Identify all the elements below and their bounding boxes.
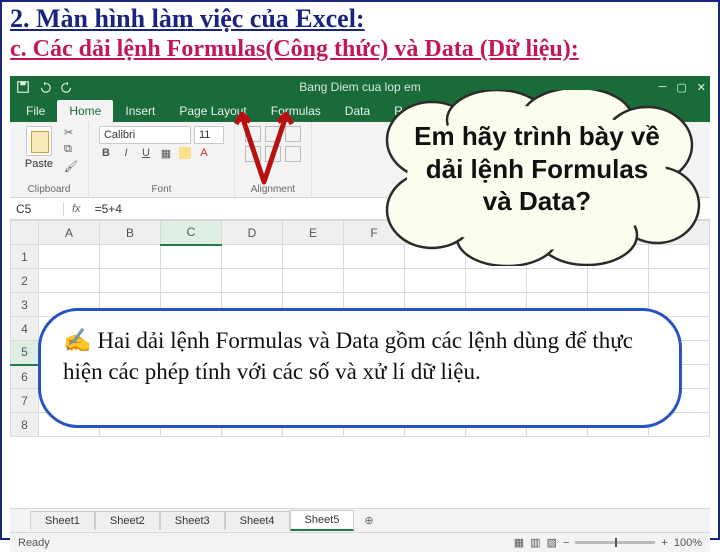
undo-icon[interactable] [38, 80, 52, 94]
zoom-controls: ▦ ▥ ▧ − + 100% [514, 536, 702, 549]
redo-icon[interactable] [60, 80, 74, 94]
paste-label: Paste [25, 158, 53, 170]
status-text: Ready [18, 537, 50, 549]
sheet-tab[interactable]: Sheet1 [30, 511, 95, 530]
fill-color-icon[interactable] [179, 147, 191, 159]
annotation-v-arrow [234, 112, 294, 192]
slide: 2. Màn hình làm việc của Excel: c. Các d… [0, 0, 720, 540]
question-cloud-text: Em hãy trình bày về dải lệnh Formulas và… [412, 120, 662, 218]
col-head[interactable]: A [39, 221, 100, 245]
zoom-out-icon[interactable]: − [563, 537, 569, 549]
font-style-row: B I U ▦ A [99, 147, 224, 160]
answer-lead-icon: ✍ [63, 328, 92, 353]
font-color-icon[interactable]: A [197, 147, 211, 160]
zoom-slider[interactable] [575, 541, 655, 544]
group-clipboard: Paste ✂ ⧉ 🖌 Clipboard [10, 122, 89, 197]
answer-box: ✍ Hai dải lệnh Formulas và Data gồm các … [38, 308, 682, 428]
row-head[interactable]: 4 [11, 317, 39, 341]
view-layout-icon[interactable]: ▥ [530, 536, 540, 549]
tab-home[interactable]: Home [57, 100, 113, 122]
col-head[interactable]: C [161, 221, 222, 245]
row-head[interactable]: 3 [11, 293, 39, 317]
quick-access-toolbar [16, 80, 74, 94]
italic-button[interactable]: I [119, 147, 133, 160]
row-head[interactable]: 8 [11, 413, 39, 437]
zoom-value: 100% [674, 537, 702, 549]
view-normal-icon[interactable]: ▦ [514, 536, 524, 549]
paste-icon [26, 126, 52, 156]
sheet-tab-active[interactable]: Sheet5 [290, 510, 355, 531]
row-head[interactable]: 1 [11, 245, 39, 269]
col-head[interactable]: E [283, 221, 344, 245]
answer-text: Hai dải lệnh Formulas và Data gồm các lệ… [63, 328, 633, 384]
sheet-tab-strip: Sheet1 Sheet2 Sheet3 Sheet4 Sheet5 ⊕ [10, 508, 710, 532]
underline-button[interactable]: U [139, 147, 153, 160]
col-head[interactable]: D [222, 221, 283, 245]
copy-icon[interactable]: ⧉ [64, 143, 78, 156]
cut-icon[interactable]: ✂ [64, 126, 78, 139]
add-sheet-icon[interactable]: ⊕ [354, 514, 383, 527]
save-icon[interactable] [16, 80, 30, 94]
row-head[interactable]: 5 [11, 341, 39, 365]
view-break-icon[interactable]: ▧ [547, 536, 557, 549]
heading-sub: c. Các dải lệnh Formulas(Công thức) và D… [2, 36, 718, 66]
sheet-tab[interactable]: Sheet3 [160, 511, 225, 530]
row-head[interactable]: 6 [11, 365, 39, 389]
row-head[interactable]: 2 [11, 269, 39, 293]
font-size-selector[interactable]: 11 [194, 126, 224, 144]
group-font: Calibri 11 B I U ▦ A Font [89, 122, 235, 197]
format-painter-icon[interactable]: 🖌 [64, 160, 78, 173]
tab-file[interactable]: File [14, 100, 57, 122]
font-group-label: Font [99, 184, 224, 195]
question-cloud: Em hãy trình bày về dải lệnh Formulas và… [372, 90, 702, 266]
border-icon[interactable]: ▦ [159, 147, 173, 160]
tab-insert[interactable]: Insert [113, 100, 167, 122]
clipboard-group-label: Clipboard [10, 184, 88, 195]
font-name-selector[interactable]: Calibri [99, 126, 191, 144]
heading-main: 2. Màn hình làm việc của Excel: [2, 2, 718, 36]
col-head[interactable]: B [100, 221, 161, 245]
bold-button[interactable]: B [99, 147, 113, 160]
row-head[interactable]: 7 [11, 389, 39, 413]
sheet-tab[interactable]: Sheet4 [225, 511, 290, 530]
fx-icon[interactable]: fx [64, 203, 89, 215]
name-box[interactable]: C5 [10, 202, 64, 216]
select-all-corner[interactable] [11, 221, 39, 245]
sheet-tab[interactable]: Sheet2 [95, 511, 160, 530]
status-bar: Ready ▦ ▥ ▧ − + 100% [10, 532, 710, 552]
zoom-in-icon[interactable]: + [661, 537, 667, 549]
